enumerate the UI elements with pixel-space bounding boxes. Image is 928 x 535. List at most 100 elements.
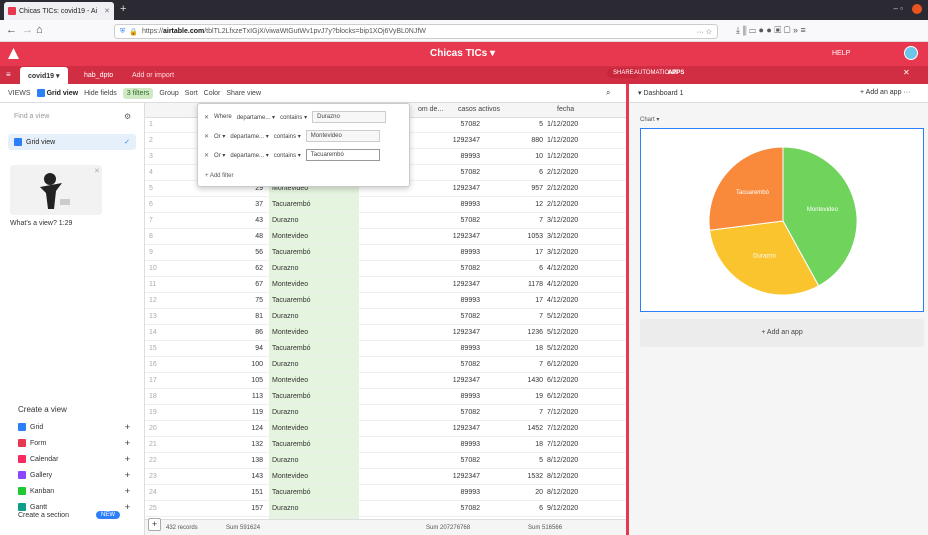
remove-filter-icon[interactable]: ✕ xyxy=(204,133,209,140)
cell-departamento[interactable]: Durazno xyxy=(272,361,298,368)
search-icon[interactable]: ⌕ xyxy=(606,88,610,98)
cell-fecha[interactable]: 6/12/2020 xyxy=(547,377,578,384)
cell-casos-activos[interactable]: 6 xyxy=(485,505,543,512)
table-row[interactable]: 15 94 Tacuarembó 89993 18 5/12/2020 xyxy=(145,342,626,357)
add-filter-button[interactable]: + Add filter xyxy=(205,173,234,179)
back-arrow-icon[interactable]: ← xyxy=(6,24,17,36)
grid-view-switcher[interactable]: Grid view xyxy=(36,89,78,97)
create-view-gallery[interactable]: Gallery + xyxy=(18,470,130,480)
filter-field-select[interactable]: departame... ▾ xyxy=(230,133,268,140)
cell-value[interactable]: 43 xyxy=(220,217,263,224)
base-title[interactable]: Chicas TICs ▾ xyxy=(430,48,495,59)
cell-departamento[interactable]: Montevideo xyxy=(272,377,308,384)
dashboard-selector[interactable]: ▾ Dashboard 1 xyxy=(638,89,684,97)
table-row[interactable]: 14 86 Montevideo 1292347 1236 5/12/2020 xyxy=(145,326,626,341)
group-button[interactable]: Group xyxy=(159,90,178,97)
cell-departamento[interactable]: Tacuarembó xyxy=(272,393,311,400)
filter-value-input[interactable]: Montevideo xyxy=(305,130,380,142)
table-row[interactable]: 16 100 Durazno 57082 7 6/12/2020 xyxy=(145,358,626,373)
filter-operator-select[interactable]: contains ▾ xyxy=(280,114,307,121)
cell-departamento[interactable]: Durazno xyxy=(272,313,298,320)
tab-covid19[interactable]: covid19 ▾ xyxy=(20,67,68,84)
cell-fecha[interactable]: 3/12/2020 xyxy=(547,233,578,240)
cell-value[interactable]: 81 xyxy=(220,313,263,320)
cell-casos-activos[interactable]: 880 xyxy=(485,137,543,144)
find-view-input[interactable]: Find a view xyxy=(14,113,49,120)
table-row[interactable]: 6 37 Tacuarembó 89993 12 2/12/2020 xyxy=(145,198,626,213)
cell-value[interactable]: 94 xyxy=(220,345,263,352)
cell-casos-activos[interactable]: 1430 xyxy=(485,377,543,384)
cell-departamento[interactable]: Tacuarembó xyxy=(272,201,311,208)
views-toggle[interactable]: VIEWS xyxy=(8,90,31,97)
forward-arrow-icon[interactable]: → xyxy=(22,24,33,36)
url-bar[interactable]: ⛨ 🔒 https://airtable.com/tblTL2LfxzeTxIG… xyxy=(114,24,718,39)
cell-poblacion[interactable]: 57082 xyxy=(400,409,480,416)
cell-poblacion[interactable]: 57082 xyxy=(400,265,480,272)
cell-poblacion[interactable]: 57082 xyxy=(400,361,480,368)
cell-poblacion[interactable]: 1292347 xyxy=(400,137,480,144)
cell-poblacion[interactable]: 1292347 xyxy=(400,473,480,480)
cell-value[interactable]: 105 xyxy=(220,377,263,384)
table-row[interactable]: 23 143 Montevideo 1292347 1532 8/12/2020 xyxy=(145,470,626,485)
video-thumbnail[interactable] xyxy=(10,165,102,215)
sort-button[interactable]: Sort xyxy=(185,90,198,97)
cell-value[interactable]: 119 xyxy=(220,409,263,416)
cell-casos-activos[interactable]: 17 xyxy=(485,297,543,304)
cell-casos-activos[interactable]: 7 xyxy=(485,217,543,224)
close-apps-icon[interactable]: ✕ xyxy=(903,68,910,77)
cell-casos-activos[interactable]: 957 xyxy=(485,185,543,192)
cell-casos-activos[interactable]: 7 xyxy=(485,313,543,320)
cell-poblacion[interactable]: 89993 xyxy=(400,345,480,352)
cell-poblacion[interactable]: 89993 xyxy=(400,489,480,496)
cell-fecha[interactable]: 5/12/2020 xyxy=(547,313,578,320)
cell-value[interactable]: 37 xyxy=(220,201,263,208)
avatar[interactable] xyxy=(904,46,918,60)
cell-fecha[interactable]: 5/12/2020 xyxy=(547,329,578,336)
cell-casos-activos[interactable]: 12 xyxy=(485,201,543,208)
table-row[interactable]: 22 138 Durazno 57082 5 8/12/2020 xyxy=(145,454,626,469)
cell-poblacion[interactable]: 1292347 xyxy=(400,281,480,288)
cell-casos-activos[interactable]: 7 xyxy=(485,361,543,368)
cell-fecha[interactable]: 2/12/2020 xyxy=(547,185,578,192)
tab-hab-dpto[interactable]: hab_dpto xyxy=(76,67,121,84)
remove-filter-icon[interactable]: ✕ xyxy=(204,114,209,121)
cell-departamento[interactable]: Montevideo xyxy=(272,425,308,432)
cell-fecha[interactable]: 8/12/2020 xyxy=(547,489,578,496)
url-actions-icon[interactable]: ··· ☆ xyxy=(697,28,712,36)
plus-icon[interactable]: + xyxy=(125,438,130,448)
cell-departamento[interactable]: Durazno xyxy=(272,505,298,512)
column-header-casos-activos[interactable]: casos activos xyxy=(458,106,500,113)
browser-extensions[interactable]: ⤓ ⫼ ▭ ● ● ▣ ▢ » ≡ xyxy=(736,25,806,36)
cell-poblacion[interactable]: 1292347 xyxy=(400,185,480,192)
home-icon[interactable]: ⌂ xyxy=(36,24,43,36)
filter-value-input[interactable]: Durazno xyxy=(312,111,387,123)
help-button[interactable]: HELP xyxy=(832,50,850,57)
cell-fecha[interactable]: 4/12/2020 xyxy=(547,297,578,304)
table-row[interactable]: 9 56 Tacuarembó 89993 17 3/12/2020 xyxy=(145,246,626,261)
cell-casos-activos[interactable]: 5 xyxy=(485,121,543,128)
add-app-header-button[interactable]: + Add an app ··· xyxy=(860,89,910,96)
cell-poblacion[interactable]: 1292347 xyxy=(400,425,480,432)
plus-icon[interactable]: + xyxy=(125,486,130,496)
cell-departamento[interactable]: Tacuarembó xyxy=(272,345,311,352)
cell-value[interactable]: 56 xyxy=(220,249,263,256)
hamburger-icon[interactable]: ≡ xyxy=(6,70,11,79)
cell-fecha[interactable]: 7/12/2020 xyxy=(547,409,578,416)
cell-casos-activos[interactable]: 18 xyxy=(485,345,543,352)
table-row[interactable]: 10 62 Durazno 57082 6 4/12/2020 xyxy=(145,262,626,277)
cell-casos-activos[interactable]: 5 xyxy=(485,457,543,464)
create-view-kanban[interactable]: Kanban + xyxy=(18,486,130,496)
cell-poblacion[interactable]: 57082 xyxy=(400,217,480,224)
cell-poblacion[interactable]: 89993 xyxy=(400,201,480,208)
add-record-button[interactable]: + xyxy=(148,518,161,531)
create-view-form[interactable]: Form + xyxy=(18,438,130,448)
cell-fecha[interactable]: 7/12/2020 xyxy=(547,441,578,448)
cell-departamento[interactable]: Durazno xyxy=(272,265,298,272)
cell-poblacion[interactable]: 57082 xyxy=(400,169,480,176)
table-row[interactable]: 25 157 Durazno 57082 6 9/12/2020 xyxy=(145,502,626,517)
cell-fecha[interactable]: 3/12/2020 xyxy=(547,249,578,256)
cell-fecha[interactable]: 4/12/2020 xyxy=(547,281,578,288)
browser-tab[interactable]: Chicas TICs: covid19 - Ai ✕ xyxy=(4,2,114,20)
cell-fecha[interactable]: 4/12/2020 xyxy=(547,265,578,272)
cell-poblacion[interactable]: 1292347 xyxy=(400,377,480,384)
